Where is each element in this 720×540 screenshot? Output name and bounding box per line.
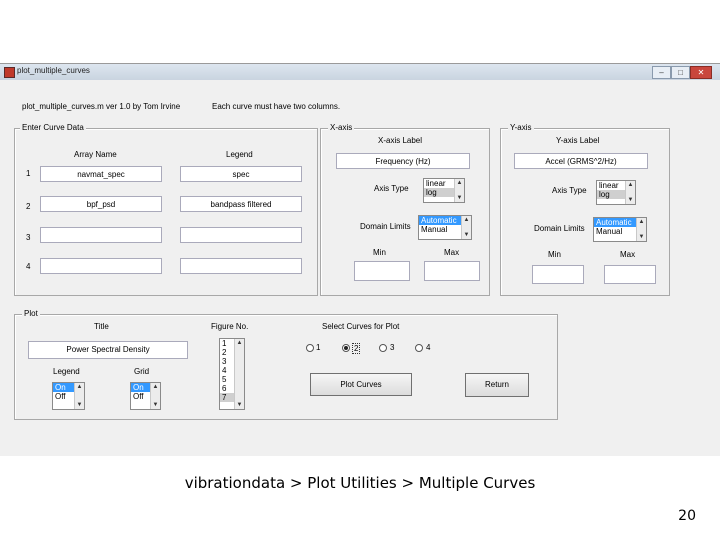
version-text: plot_multiple_curves.m ver 1.0 by Tom Ir… (22, 102, 181, 111)
y-min-input[interactable] (532, 265, 584, 284)
curve-radio-label: 1 (316, 343, 321, 352)
figure-number-label: Figure No. (211, 322, 249, 331)
scroll-up-icon[interactable]: ▲ (626, 181, 635, 189)
scroll-up-icon[interactable]: ▲ (455, 179, 464, 187)
scroll-down-icon[interactable]: ▼ (455, 194, 464, 202)
plot-title-input[interactable]: Power Spectral Density (28, 341, 188, 359)
scrollbar[interactable]: ▲ ▼ (461, 216, 471, 239)
scroll-down-icon[interactable]: ▼ (462, 231, 471, 239)
matlab-figure-icon (4, 67, 15, 78)
scrollbar[interactable]: ▲ ▼ (74, 383, 84, 409)
legend-input-3[interactable] (180, 227, 302, 243)
x-min-label: Min (373, 248, 386, 257)
scroll-up-icon[interactable]: ▲ (75, 383, 84, 391)
plot-curves-button[interactable]: Plot Curves (310, 373, 412, 396)
scrollbar[interactable]: ▲ ▼ (625, 181, 635, 204)
figure-number-list[interactable]: 1 2 3 4 5 6 7 ▲ ▼ (219, 338, 245, 410)
header-note: Each curve must have two columns. (212, 102, 341, 111)
scroll-down-icon[interactable]: ▼ (151, 401, 160, 409)
x-domain-limits-list[interactable]: Automatic Manual ▲ ▼ (418, 215, 472, 240)
legend-input-4[interactable] (180, 258, 302, 274)
page-number: 20 (678, 508, 696, 524)
scrollbar[interactable]: ▲ ▼ (150, 383, 160, 409)
maximize-button[interactable]: □ (671, 66, 690, 79)
scrollbar[interactable]: ▲ ▼ (454, 179, 464, 202)
x-min-input[interactable] (354, 261, 410, 281)
x-axis-type-label: Axis Type (374, 184, 409, 193)
curve-radio-label: 2 (352, 343, 361, 354)
y-domain-limits-list[interactable]: Automatic Manual ▲ ▼ (593, 217, 647, 242)
x-max-label: Max (444, 248, 460, 257)
select-curves-label: Select Curves for Plot (322, 322, 400, 331)
scroll-up-icon[interactable]: ▲ (235, 339, 244, 347)
curve-radio-3[interactable] (379, 344, 387, 352)
y-axis-label-input[interactable]: Accel (GRMS^2/Hz) (514, 153, 648, 169)
legend-header: Legend (226, 150, 253, 159)
y-axis-type-list[interactable]: linear log ▲ ▼ (596, 180, 636, 205)
x-axis-label-input[interactable]: Frequency (Hz) (336, 153, 470, 169)
x-axis-panel-label: X-axis (328, 123, 355, 132)
legend-list[interactable]: On Off ▲ ▼ (52, 382, 85, 410)
array-name-input-4[interactable] (40, 258, 162, 274)
y-axis-type-label: Axis Type (552, 186, 587, 195)
close-button[interactable]: ✕ (690, 66, 712, 79)
title-bar: plot_multiple_curves – □ ✕ (0, 64, 720, 80)
scroll-down-icon[interactable]: ▼ (626, 196, 635, 204)
breadcrumb: vibrationdata > Plot Utilities > Multipl… (184, 474, 536, 492)
curve-data-panel-label: Enter Curve Data (20, 123, 86, 132)
curve-radio-2[interactable] (342, 344, 350, 352)
row-number: 4 (26, 262, 31, 271)
scroll-down-icon[interactable]: ▼ (235, 401, 244, 409)
plot-title-label: Title (94, 322, 109, 331)
y-max-label: Max (620, 250, 636, 259)
minimize-button[interactable]: – (652, 66, 671, 79)
curve-radio-label: 3 (390, 343, 395, 352)
x-axis-type-list[interactable]: linear log ▲ ▼ (423, 178, 465, 203)
y-min-label: Min (548, 250, 561, 259)
scrollbar[interactable]: ▲ ▼ (636, 218, 646, 241)
curve-radio-4[interactable] (415, 344, 423, 352)
window-title: plot_multiple_curves (17, 66, 90, 75)
legend-label: Legend (53, 367, 80, 376)
scrollbar[interactable]: ▲ ▼ (234, 339, 244, 409)
legend-input-1[interactable]: spec (180, 166, 302, 182)
y-axis-panel-label: Y-axis (508, 123, 534, 132)
array-name-input-3[interactable] (40, 227, 162, 243)
array-name-input-1[interactable]: navmat_spec (40, 166, 162, 182)
grid-list[interactable]: On Off ▲ ▼ (130, 382, 161, 410)
plot-panel-label: Plot (22, 309, 40, 318)
x-domain-limits-label: Domain Limits (360, 222, 411, 231)
x-axis-label-title: X-axis Label (378, 136, 423, 145)
array-name-input-2[interactable]: bpf_psd (40, 196, 162, 212)
y-axis-label-title: Y-axis Label (556, 136, 600, 145)
scroll-down-icon[interactable]: ▼ (75, 401, 84, 409)
legend-input-2[interactable]: bandpass filtered (180, 196, 302, 212)
scroll-up-icon[interactable]: ▲ (637, 218, 646, 226)
grid-label: Grid (134, 367, 150, 376)
x-max-input[interactable] (424, 261, 480, 281)
y-max-input[interactable] (604, 265, 656, 284)
row-number: 3 (26, 233, 31, 242)
app-window: plot_multiple_curves – □ ✕ plot_multiple… (0, 63, 720, 456)
curve-radio-1[interactable] (306, 344, 314, 352)
array-name-header: Array Name (74, 150, 117, 159)
row-number: 2 (26, 202, 31, 211)
curve-radio-label: 4 (426, 343, 431, 352)
return-button[interactable]: Return (465, 373, 529, 397)
scroll-down-icon[interactable]: ▼ (637, 233, 646, 241)
scroll-up-icon[interactable]: ▲ (151, 383, 160, 391)
row-number: 1 (26, 169, 31, 178)
scroll-up-icon[interactable]: ▲ (462, 216, 471, 224)
y-domain-limits-label: Domain Limits (534, 224, 585, 233)
